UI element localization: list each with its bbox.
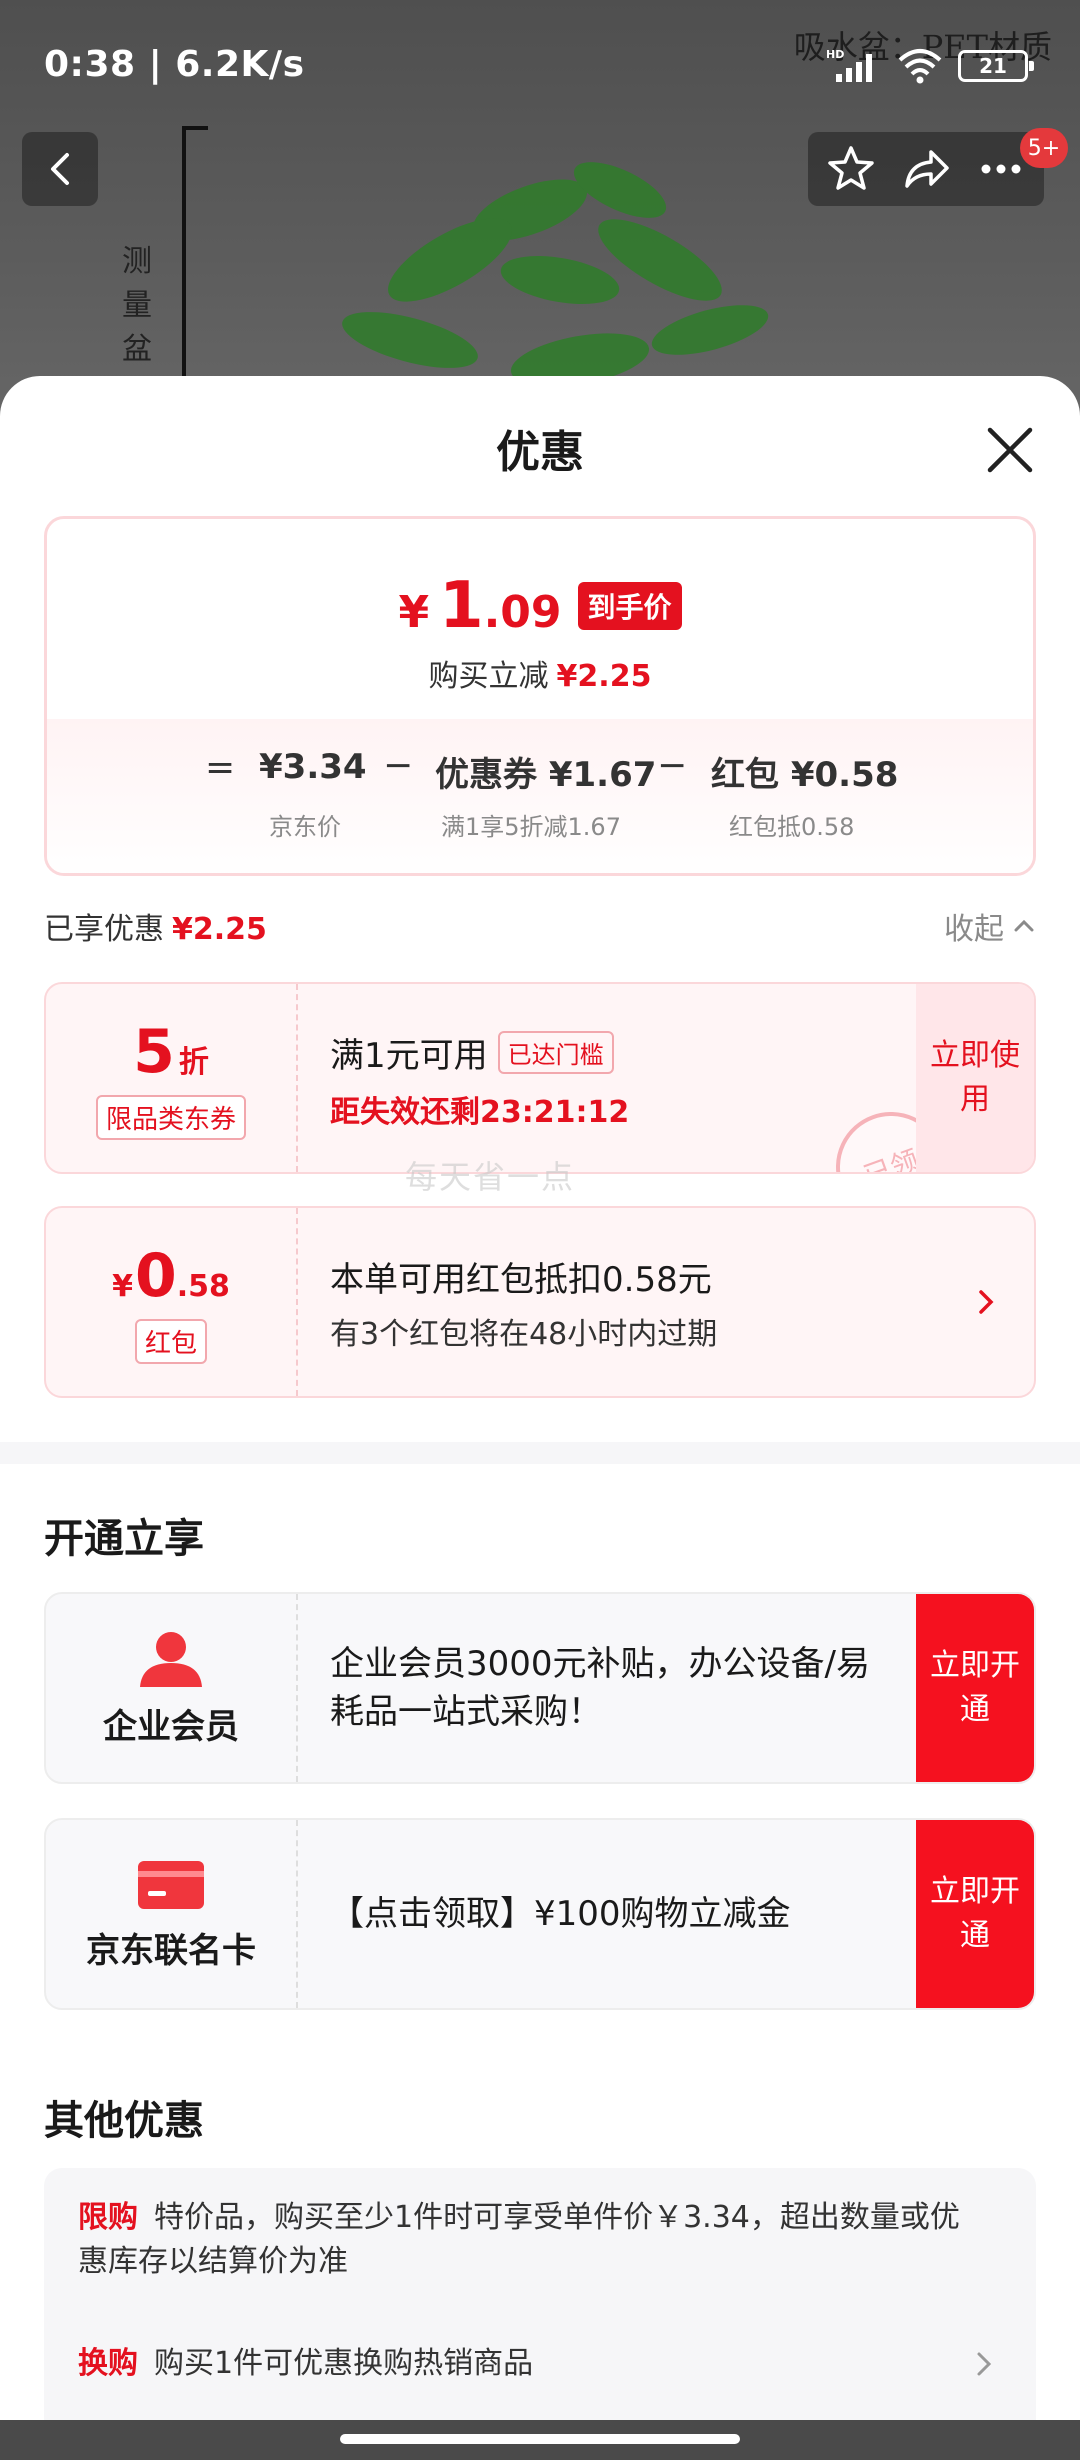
redpack-value-area: ¥ 0 .58 红包	[46, 1208, 298, 1396]
instant-reduce: 购买立减 ¥2.25	[47, 651, 1033, 695]
redpack-value-int: 0	[134, 1240, 177, 1311]
trade-in-text: 购买1件可优惠换购热销商品	[154, 2346, 534, 2381]
collapse-button[interactable]: 收起	[944, 904, 1036, 948]
coupon-discount-value: 5	[133, 1016, 175, 1087]
final-price-currency: ¥	[398, 587, 430, 638]
star-icon[interactable]	[824, 142, 878, 196]
equals-sign: =	[205, 747, 236, 788]
battery-icon: 21	[958, 50, 1034, 82]
coupon-amount: 优惠券 ¥1.67	[435, 755, 657, 795]
coupon-type-label: 限品类东券	[95, 1094, 246, 1140]
redpack-card[interactable]: ¥ 0 .58 红包 本单可用红包抵扣0.58元 有3个红包将在48小时内过期	[44, 1206, 1036, 1398]
redpack-details: 本单可用红包抵扣0.58元 有3个红包将在48小时内过期	[330, 1252, 717, 1353]
coupon-card: 5 折 限品类东券 满1元可用 已达门槛 距失效还剩23:21:12 已领 立即…	[44, 982, 1036, 1174]
final-price-area: ¥ 1.09 到手价 购买立减 ¥2.25	[47, 519, 1033, 719]
price-breakdown: = ¥3.34 京东价 − 优惠券 ¥1.67 满1享5折减1.67 − 红包 …	[47, 719, 1033, 873]
purchase-limit-tag: 限购	[78, 2200, 138, 2235]
jd-cobrand-card[interactable]: 京东联名卡 【点击领取】¥100购物立减金 立即开通	[44, 1818, 1036, 2010]
chevron-up-icon	[1014, 919, 1034, 932]
coupon-condition: 满1元可用	[330, 1036, 488, 1076]
redpack-amount: 红包 ¥0.58	[711, 755, 899, 795]
chevron-right-icon	[977, 2352, 992, 2376]
purchase-limit-row: 限购 特价品，购买至少1件时可享受单件价￥3.34，超出数量或优惠库存以结算价为准	[78, 2196, 978, 2284]
enterprise-member-card[interactable]: 企业会员 企业会员3000元补贴，办公设备/易耗品一站式采购！ 立即开通	[44, 1592, 1036, 1784]
enterprise-member-name: 企业会员	[103, 1706, 239, 1747]
top-toolbar	[808, 132, 1044, 206]
redpack-value-dec: .58	[176, 1268, 230, 1304]
other-section-title: 其他优惠	[44, 2098, 204, 2144]
share-icon[interactable]	[899, 142, 953, 196]
jd-cobrand-name: 京东联名卡	[86, 1930, 256, 1971]
svg-text:HD: HD	[826, 48, 844, 61]
minus-sign-2: −	[657, 745, 688, 786]
jd-price-label: 京东价	[269, 813, 341, 841]
redpack-expiring-text: 有3个红包将在48小时内过期	[330, 1317, 718, 1352]
home-indicator[interactable]	[340, 2434, 740, 2444]
jd-cobrand-brand: 京东联名卡	[46, 1820, 298, 2008]
enterprise-member-desc: 企业会员3000元补贴，办公设备/易耗品一站式采购！	[330, 1644, 870, 1732]
coupon-value-area: 5 折 限品类东券	[46, 984, 298, 1172]
section-divider	[0, 1442, 1080, 1464]
status-time: 0:38 | 6.2K/s	[44, 44, 305, 85]
minus-sign: −	[383, 745, 414, 786]
other-discounts: 限购 特价品，购买至少1件时可享受单件价￥3.34，超出数量或优惠库存以结算价为准…	[44, 2168, 1036, 2460]
coupon-details: 满1元可用 已达门槛 距失效还剩23:21:12	[330, 1028, 910, 1131]
open-enterprise-button[interactable]: 立即开通	[916, 1594, 1034, 1782]
trade-in-row[interactable]: 换购 购买1件可优惠换购热销商品	[78, 2342, 978, 2386]
open-section-title: 开通立享	[44, 1516, 204, 1562]
enterprise-member-brand: 企业会员	[46, 1594, 298, 1782]
enjoyed-discount: 已享优惠 ¥2.25	[44, 904, 267, 948]
close-icon[interactable]	[980, 420, 1040, 480]
instant-reduce-label: 购买立减	[428, 659, 549, 694]
discount-sheet: 优惠 ¥ 1.09 到手价 购买立减 ¥2.25 = ¥3.34 京东价 − 优惠	[0, 376, 1080, 2460]
final-price-tag: 到手价	[577, 582, 682, 630]
purchase-limit-text: 特价品，购买至少1件时可享受单件价￥3.34，超出数量或优惠库存以结算价为准	[78, 2200, 960, 2279]
trade-in-tag: 换购	[78, 2346, 138, 2381]
final-price-int: 1	[439, 569, 484, 643]
watermark-text: 每天省一点	[405, 1158, 576, 1196]
redpack-rule: 红包抵0.58	[729, 813, 855, 841]
status-bar: 0:38 | 6.2K/s HD 21	[0, 0, 1080, 140]
back-button[interactable]	[22, 132, 98, 206]
use-now-button[interactable]: 立即使用	[916, 984, 1034, 1172]
coupon-countdown: 距失效还剩23:21:12	[330, 1095, 630, 1130]
price-summary: ¥ 1.09 到手价 购买立减 ¥2.25 = ¥3.34 京东价 − 优惠券 ¥…	[44, 516, 1036, 876]
chevron-left-icon	[51, 153, 69, 185]
final-price-dec: .09	[483, 587, 562, 638]
redpack-usable-text: 本单可用红包抵扣0.58元	[330, 1260, 712, 1300]
wifi-icon	[898, 49, 942, 84]
notification-badge: 5+	[1020, 128, 1068, 168]
hd-signal-icon: HD	[826, 48, 872, 82]
coupon-discount-unit: 折	[178, 1044, 209, 1080]
collapse-label: 收起	[944, 912, 1004, 947]
sheet-title: 优惠	[496, 427, 584, 478]
status-icons: HD 21	[826, 46, 1034, 86]
enjoyed-value: ¥2.25	[172, 912, 267, 947]
redpack-currency: ¥	[112, 1268, 133, 1304]
coupon-rule: 满1享5折减1.67	[441, 813, 621, 841]
person-icon	[140, 1631, 202, 1687]
threshold-reached-badge: 已达门槛	[497, 1031, 614, 1074]
instant-reduce-value: ¥2.25	[556, 659, 652, 694]
open-cobrand-button[interactable]: 立即开通	[916, 1820, 1034, 2008]
credit-card-icon	[138, 1860, 204, 1909]
jd-price: ¥3.34	[259, 747, 367, 787]
jd-cobrand-desc: 【点击领取】¥100购物立减金	[330, 1894, 791, 1934]
redpack-type-label: 红包	[134, 1318, 207, 1364]
chevron-right-icon	[979, 1290, 994, 1314]
enjoyed-label: 已享优惠	[44, 912, 164, 947]
